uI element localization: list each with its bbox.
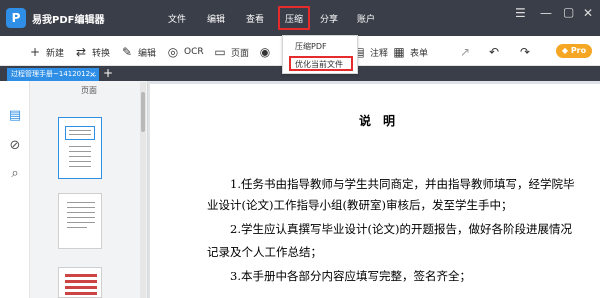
tab-document[interactable]: 过程管理手册~1412012... × [7,68,99,81]
edit-button[interactable]: ✎ 编辑 [120,44,156,60]
app-logo: P [6,8,26,28]
menu-account[interactable]: 账户 [357,12,375,25]
pro-badge[interactable]: ◆ Pro [556,44,592,58]
ocr-icon: ◎ [167,45,179,59]
document-line-4: 记录及个人工作总结； [207,245,322,259]
convert-button[interactable]: ⇄ 转换 [74,44,110,60]
menu-compress[interactable]: 压缩 [285,12,303,25]
pages-panel-icon[interactable]: ▤ [8,109,22,123]
new-button[interactable]: + 新建 [28,44,64,60]
document-title: 说明 [359,114,408,128]
form-button[interactable]: ▦ 表单 [392,44,428,60]
search-icon[interactable]: ⌕ [8,167,22,181]
page-thumbnail-3[interactable] [58,267,102,298]
optimize-current-file-item[interactable]: 优化当前文件 [295,59,343,70]
tab-close-icon[interactable]: × [89,68,96,81]
close-window-icon[interactable]: ✕ [583,6,593,20]
compress-pdf-item[interactable]: 压缩PDF [295,41,327,52]
share-icon[interactable]: ↗ [458,44,476,60]
minimize-icon[interactable]: — [540,6,552,20]
menu-file[interactable]: 文件 [168,12,186,25]
maximize-icon[interactable]: ▢ [563,5,574,19]
document-line-5: 3.本手册中各部分内容应填写完整，签名齐全； [230,269,471,283]
page-thumbnail-1[interactable] [58,117,102,179]
page-thumbnail-2[interactable] [58,193,102,249]
tab-document-label: 过程管理手册~1412012... [11,70,97,78]
plus-icon: + [29,45,41,59]
page-button[interactable]: ▭ 页面 [213,44,249,60]
protect-button[interactable]: ◉ [258,44,276,60]
add-tab-icon[interactable]: + [103,66,113,81]
edit-icon: ✎ [121,45,133,59]
menu-edit[interactable]: 编辑 [207,12,225,25]
attachment-icon[interactable]: ⊘ [8,139,22,153]
protect-icon: ◉ [259,45,271,59]
document-line-3: 2.学生应认真撰写毕业设计(论文)的开题报告，做好各阶段进展情况 [230,222,572,236]
thumbnail-frame [65,126,95,140]
hamburger-menu-icon[interactable]: ☰ [515,6,526,20]
ocr-button[interactable]: ◎ OCR [166,44,204,60]
diamond-icon: ◆ [561,46,569,55]
form-icon: ▦ [393,45,405,59]
compress-dropdown-menu: 压缩PDF 优化当前文件 [282,35,358,74]
left-rail: ▤ ⊘ ⌕ [0,81,30,298]
document-line-2: 业设计(论文)工作指导小组(教研室)审核后，发至学生手中； [207,198,513,212]
undo-icon[interactable]: ↶ [487,44,505,60]
redo-icon[interactable]: ↷ [518,44,536,60]
page-panel-title: 页面 [81,86,97,95]
menu-share[interactable]: 分享 [320,12,338,25]
document-line-1: 1.任务书由指导教师与学生共同商定，并由指导教师填写，经学院毕 [230,177,575,191]
page-panel: 页面 [30,81,148,298]
title-bar: P 易我PDF编辑器 文件 编辑 查看 压缩 分享 账户 ☰ — ▢ ✕ [0,0,600,36]
app-title: 易我PDF编辑器 [32,15,105,26]
convert-icon: ⇄ [75,45,87,59]
page-icon: ▭ [214,45,226,59]
page-panel-scroll-thumb[interactable] [141,92,145,132]
menu-view[interactable]: 查看 [246,12,264,25]
